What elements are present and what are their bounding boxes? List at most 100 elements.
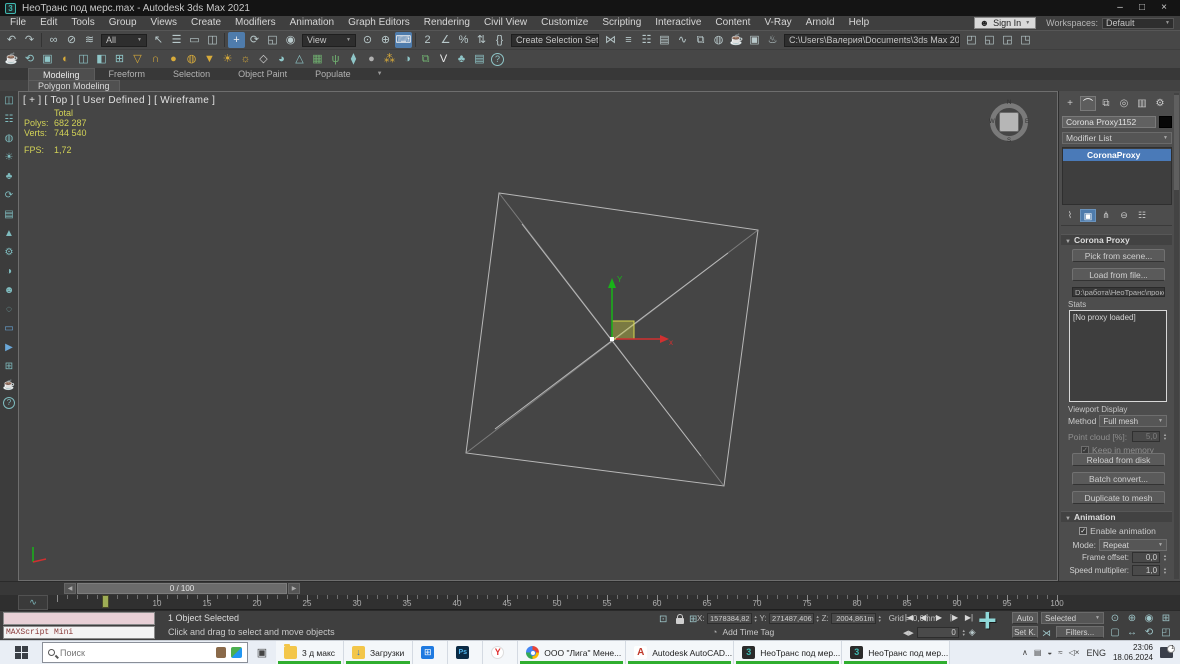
water-drop-icon[interactable]: ⧫ [345,51,362,67]
spinner-snap-icon[interactable]: ⇅ [473,32,490,48]
menu-item[interactable]: Help [842,17,877,28]
playback-button[interactable]: ▶ [933,613,945,622]
time-slider[interactable]: 0 / 100 [77,583,287,594]
tray-icon[interactable]: ∧ [1022,648,1028,657]
playback-button[interactable]: ▶| [963,613,975,622]
z-coordinate-field[interactable]: 2004,861m [831,613,876,624]
create-selection-set-select[interactable]: Create Selection Set▼ [511,34,599,47]
tree-icon[interactable]: ♣ [2,169,17,185]
method-select[interactable]: Full mesh▼ [1099,415,1167,427]
isolate-selection-icon[interactable]: ⊡ [659,614,667,625]
select-and-scale-icon[interactable]: ◱ [264,32,281,48]
select-object-icon[interactable]: ↖ [150,32,167,48]
forest-pack-icon[interactable]: ♣ [453,51,470,67]
gizmo-plane-handle[interactable] [612,321,634,339]
timeline-ruler[interactable]: 5101520253035404550556065707580859095100 [48,595,1058,610]
task-view-button[interactable]: ▣ [248,641,276,664]
sign-in-button[interactable]: ☻ Sign In ▼ [974,17,1036,29]
x-coordinate-field[interactable]: 1578384,82 [707,613,752,624]
taskbar-app[interactable]: Autodesk AutoCAD... [626,641,734,664]
film-camera-icon[interactable]: ⊞ [111,51,128,67]
reference-coordinate-select[interactable]: View▼ [302,34,356,47]
refresh-icon[interactable]: ⟳ [2,188,17,204]
menu-item[interactable]: V-Ray [757,17,798,28]
cone-light-icon[interactable]: ▼ [201,51,218,67]
maximize-button[interactable]: □ [1131,0,1153,16]
menu-item[interactable]: Civil View [477,17,534,28]
dome-light-icon[interactable]: ∩ [147,51,164,67]
ribbon-tab[interactable]: Object Paint [224,68,301,80]
project-folder-icon[interactable]: ◰ [963,32,980,48]
corona-proxy-rollout-header[interactable]: ▼Corona Proxy [1061,234,1172,245]
taskbar-app[interactable]: Загрузки [344,641,413,664]
set-key-button[interactable]: Set K. [1012,626,1038,638]
import-folder-icon[interactable]: ◱ [981,32,998,48]
sphere-icon[interactable]: ◑ [2,264,17,280]
select-and-place-icon[interactable]: ◉ [282,32,299,48]
pan-icon[interactable]: ↔ [1125,627,1139,638]
key-mode-toggle-icon[interactable]: ◈ [969,627,976,638]
align-icon[interactable]: ≡ [620,32,637,48]
rectangular-selection-icon[interactable]: ▭ [186,32,203,48]
maxscript-mini-listener-pink[interactable] [3,612,155,625]
mode-select[interactable]: Repeat▼ [1099,539,1167,551]
menu-item[interactable]: Modifiers [228,17,283,28]
taskbar-app[interactable]: НеоТранс под мер... [734,641,842,664]
spinner-icon[interactable]: ▲▼ [1163,433,1167,441]
rendered-frame-icon[interactable]: ▣ [746,32,763,48]
stack-item-coronaproxy[interactable]: CoronaProxy [1063,149,1171,161]
viewport-label[interactable]: [ + ] [ Top ] [ User Defined ] [ Wirefra… [23,95,215,106]
ribbon-toggle-icon[interactable]: ▤ [656,32,673,48]
list-panel-icon[interactable]: ▤ [2,207,17,223]
spinner-icon[interactable]: ▲▼ [1163,567,1167,575]
add-time-tag[interactable]: ◔ Add Time Tag [712,627,774,637]
create-tab[interactable]: + [1062,96,1078,111]
select-and-manipulate-icon[interactable]: ⊕ [377,32,394,48]
view-cube[interactable]: N S W E [987,100,1031,144]
orbit-icon[interactable]: ⟲ [1142,627,1156,638]
zoom-extents-all-icon[interactable]: ⊞ [1159,613,1173,624]
key-filters-icon[interactable]: ⋊ [1042,628,1051,639]
point-cloud-field[interactable]: 5,0 [1132,431,1160,442]
panel-scrollbar[interactable] [1174,93,1179,579]
display-tab[interactable]: ▥ [1134,96,1150,111]
menu-item[interactable]: Tools [64,17,101,28]
angle-snap-icon[interactable]: ∠ [437,32,454,48]
taskbar-app[interactable]: ООО "Лига" Мене... [518,641,626,664]
select-and-rotate-icon[interactable]: ⟳ [246,32,263,48]
pattern-grid-icon[interactable]: ▦ [309,51,326,67]
menu-item[interactable]: Group [102,17,144,28]
polygon-modeling-tab[interactable]: Polygon Modeling [28,80,120,91]
maxscript-mini-listener[interactable]: MAXScript Mini [3,626,155,639]
search-highlight-icon[interactable] [216,647,226,658]
light-lister-icon[interactable]: ◐ [57,51,74,67]
current-frame-field[interactable]: 0 [917,627,959,638]
camera-icon[interactable]: ◫ [2,93,17,109]
view-cube-face[interactable] [999,112,1019,132]
play-panel-icon[interactable]: ▶ [2,340,17,356]
playhead[interactable] [102,595,109,608]
keyboard-override-icon[interactable]: ⌨ [395,32,412,48]
zoom-region-icon[interactable]: ▢ [1108,627,1122,638]
disc-light-icon[interactable]: ● [165,51,182,67]
menu-item[interactable]: Interactive [648,17,708,28]
undo-icon[interactable]: ↶ [3,32,20,48]
menu-item[interactable]: Animation [283,17,341,28]
select-and-move-icon[interactable]: + [228,32,245,48]
pick-from-scene-button[interactable]: Pick from scene... [1072,249,1165,262]
show-end-result-icon[interactable]: ▣ [1080,209,1096,222]
selection-filter-select[interactable]: All▼ [101,34,147,47]
utilities-tab[interactable]: ⚙ [1152,96,1168,111]
key-step-buttons[interactable]: ◀▶ [903,629,914,637]
sun-icon[interactable]: ☀ [2,150,17,166]
curve-editor-icon[interactable]: ∿ [674,32,691,48]
zoom-icon[interactable]: ⊙ [1108,613,1122,624]
snapshot-icon[interactable]: ▣ [39,51,56,67]
menu-item[interactable]: Scripting [595,17,648,28]
workspace-select[interactable]: Default ▼ [1102,18,1174,29]
help-circle-icon[interactable]: ? [3,397,15,409]
menu-item[interactable]: Edit [33,17,64,28]
gray-sphere-icon[interactable]: ● [363,51,380,67]
script-listener-icon[interactable]: ▤ [471,51,488,67]
proxy-path-field[interactable]: D:\работа\НеоТранс\прокси [1072,287,1165,297]
